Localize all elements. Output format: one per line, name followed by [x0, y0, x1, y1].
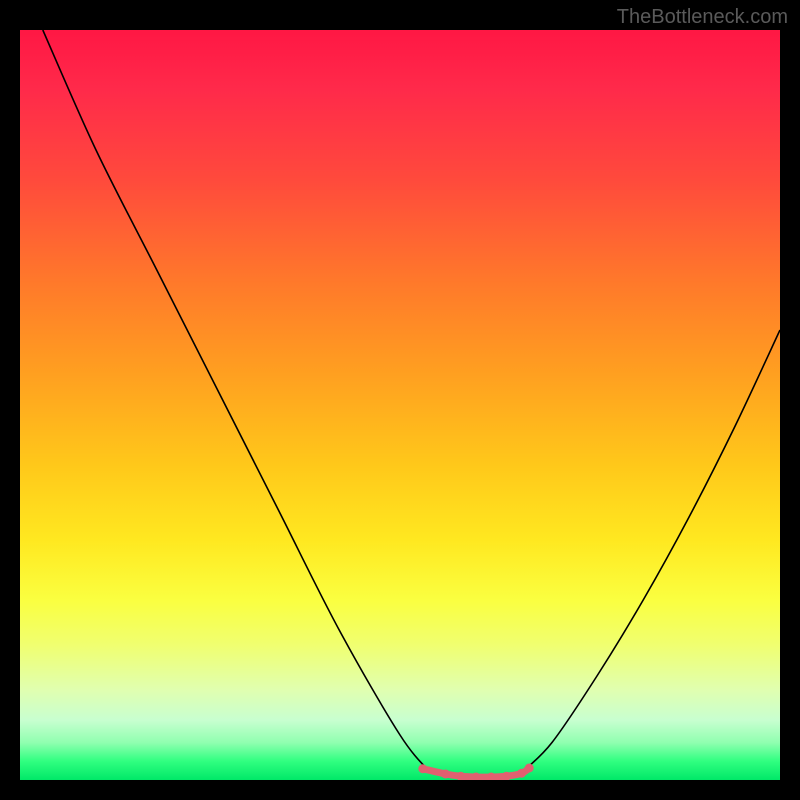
- curve-layer: [43, 30, 780, 780]
- bottom-dot: [525, 764, 534, 773]
- series-left-branch: [43, 30, 431, 773]
- watermark-text: TheBottleneck.com: [617, 6, 788, 29]
- series-right-branch: [522, 330, 780, 773]
- bottom-dot: [441, 770, 450, 779]
- bottom-dot: [418, 764, 427, 773]
- chart-container: TheBottleneck.com: [0, 0, 800, 800]
- curve-svg: [20, 30, 780, 780]
- bottom-dot: [517, 769, 526, 778]
- plot-area: [20, 30, 780, 780]
